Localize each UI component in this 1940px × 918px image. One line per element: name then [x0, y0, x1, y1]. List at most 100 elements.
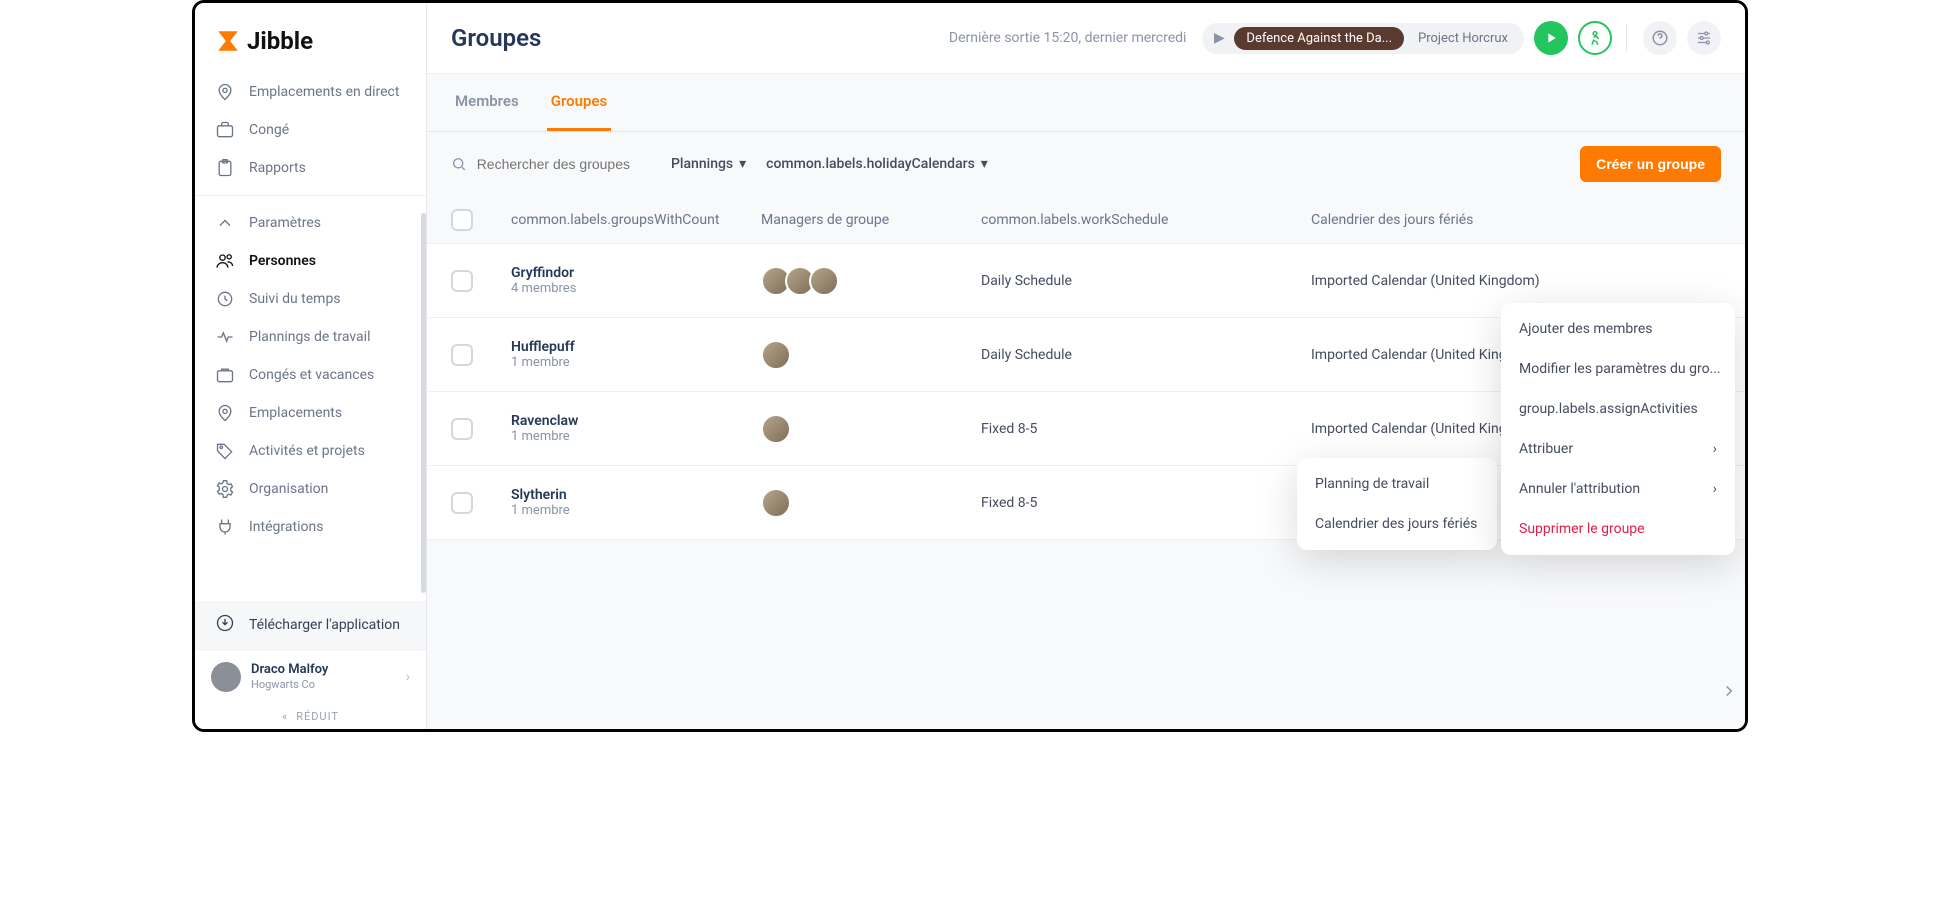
main: Groupes Dernière sortie 15:20, dernier m…	[427, 3, 1745, 729]
chevron-right-icon	[1720, 682, 1738, 700]
nav-settings-toggle[interactable]: Paramètres	[195, 204, 426, 242]
avatar	[761, 488, 791, 518]
logo-icon	[215, 28, 241, 54]
group-member-count: 1 membre	[511, 429, 761, 444]
topbar: Groupes Dernière sortie 15:20, dernier m…	[427, 3, 1745, 74]
nav-label: Emplacements	[249, 405, 342, 421]
col-managers: Managers de groupe	[761, 212, 981, 228]
row-checkbox[interactable]	[451, 492, 473, 514]
nav-label: Congé	[249, 122, 289, 138]
nav-reports[interactable]: Rapports	[195, 149, 426, 187]
chevron-right-icon: ›	[1713, 441, 1717, 457]
menu-assign[interactable]: Attribuer›	[1501, 429, 1735, 469]
scrollbar[interactable]	[421, 213, 426, 593]
select-all-checkbox[interactable]	[451, 209, 473, 231]
clipboard-icon	[215, 158, 235, 178]
clock-in-button[interactable]	[1534, 21, 1568, 55]
filter-label: common.labels.holidayCalendars	[766, 156, 975, 172]
menu-add-members[interactable]: Ajouter des membres	[1501, 309, 1735, 349]
nav-label: Suivi du temps	[249, 291, 341, 307]
nav-label: Organisation	[249, 481, 328, 497]
user-menu[interactable]: Draco Malfoy Hogwarts Co ›	[195, 649, 426, 704]
logo[interactable]: Jibble	[195, 3, 426, 73]
row-checkbox[interactable]	[451, 344, 473, 366]
menu-edit-settings[interactable]: Modifier les paramètres du gro...	[1501, 349, 1735, 389]
nav-schedules[interactable]: Plannings de travail	[195, 318, 426, 356]
filter-schedules[interactable]: Plannings ▾	[671, 156, 746, 172]
download-app[interactable]: Télécharger l'application	[195, 601, 426, 649]
play-icon	[1543, 30, 1559, 46]
chevron-up-icon	[215, 213, 235, 233]
tab-groups[interactable]: Groupes	[547, 74, 612, 131]
caret-down-icon: ▾	[739, 156, 746, 172]
help-button[interactable]	[1643, 21, 1677, 55]
create-group-button[interactable]: Créer un groupe	[1580, 146, 1721, 182]
logo-text: Jibble	[247, 27, 313, 55]
briefcase-icon	[215, 365, 235, 385]
nav-label: Paramètres	[249, 215, 321, 231]
page-title: Groupes	[451, 24, 541, 52]
nav-label: Personnes	[249, 253, 316, 269]
collapse-sidebar[interactable]: « RÉDUIT	[195, 704, 426, 729]
play-small-icon: ▶	[1208, 27, 1230, 49]
nav-locations[interactable]: Emplacements	[195, 394, 426, 432]
assign-submenu: Planning de travail Calendrier des jours…	[1297, 458, 1497, 550]
nav-people[interactable]: Personnes	[195, 242, 426, 280]
nav-label: Rapports	[249, 160, 306, 176]
search-icon	[451, 155, 467, 173]
avatar	[211, 662, 241, 692]
nav-label: Intégrations	[249, 519, 323, 535]
managers-avatars	[761, 414, 981, 444]
group-member-count: 4 membres	[511, 281, 761, 296]
nav-activities[interactable]: Activités et projets	[195, 432, 426, 470]
menu-delete-group[interactable]: Supprimer le groupe	[1501, 509, 1735, 549]
help-icon	[1651, 29, 1669, 47]
avatar	[809, 266, 839, 296]
row-checkbox[interactable]	[451, 418, 473, 440]
nav-integrations[interactable]: Intégrations	[195, 508, 426, 546]
work-schedule: Daily Schedule	[981, 347, 1311, 363]
download-icon	[215, 613, 235, 637]
filter-holiday-calendars[interactable]: common.labels.holidayCalendars ▾	[766, 156, 988, 172]
settings-button[interactable]	[1687, 21, 1721, 55]
people-icon	[215, 251, 235, 271]
chevron-right-icon: ›	[1713, 481, 1717, 497]
group-name: Ravenclaw	[511, 413, 761, 429]
search-input[interactable]	[477, 156, 651, 172]
last-exit-status: Dernière sortie 15:20, dernier mercredi	[949, 30, 1187, 46]
search-box[interactable]	[451, 155, 651, 173]
submenu-work-schedule[interactable]: Planning de travail	[1297, 464, 1497, 504]
download-label: Télécharger l'application	[249, 617, 400, 633]
work-schedule: Fixed 8-5	[981, 495, 1311, 511]
current-activity[interactable]: ▶ Defence Against the Da... Project Horc…	[1202, 23, 1524, 54]
pin-icon	[215, 82, 235, 102]
tab-members[interactable]: Membres	[451, 74, 523, 131]
nav-live-locations[interactable]: Emplacements en direct	[195, 73, 426, 111]
user-name: Draco Malfoy	[251, 662, 396, 678]
table-header: common.labels.groupsWithCount Managers d…	[427, 196, 1745, 244]
expand-handle[interactable]	[1715, 677, 1743, 705]
chevron-left-double-icon: «	[282, 710, 288, 723]
group-context-menu: Ajouter des membres Modifier les paramèt…	[1501, 303, 1735, 555]
holiday-calendar: Imported Calendar (United Kingdom)	[1311, 273, 1721, 289]
project-pill: Project Horcrux	[1408, 27, 1518, 50]
nav-time-tracking[interactable]: Suivi du temps	[195, 280, 426, 318]
quick-add-person-button[interactable]	[1578, 21, 1612, 55]
nav-label: Activités et projets	[249, 443, 365, 459]
sidebar: Jibble Emplacements en direct Congé Rapp…	[195, 3, 427, 729]
sliders-icon	[1695, 29, 1713, 47]
clock-pin-icon	[215, 289, 235, 309]
schedule-icon	[215, 327, 235, 347]
group-name: Hufflepuff	[511, 339, 761, 355]
group-member-count: 1 membre	[511, 503, 761, 518]
menu-assign-activities[interactable]: group.labels.assignActivities	[1501, 389, 1735, 429]
nav-organisation[interactable]: Organisation	[195, 470, 426, 508]
group-name: Gryffindor	[511, 265, 761, 281]
submenu-holiday-calendar[interactable]: Calendrier des jours fériés	[1297, 504, 1497, 544]
row-checkbox[interactable]	[451, 270, 473, 292]
nav-holidays[interactable]: Congés et vacances	[195, 356, 426, 394]
nav-leave[interactable]: Congé	[195, 111, 426, 149]
group-name: Slytherin	[511, 487, 761, 503]
menu-unassign[interactable]: Annuler l'attribution›	[1501, 469, 1735, 509]
col-calendar: Calendrier des jours fériés	[1311, 212, 1721, 228]
